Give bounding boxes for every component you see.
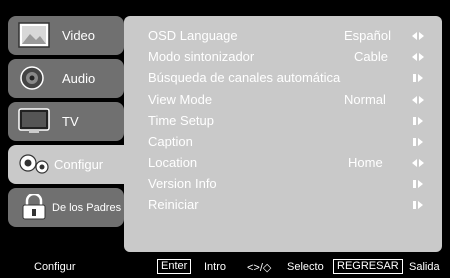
footer-hint-bar: Configur Enter Intro <>/◇ Selecto REGRES…	[0, 256, 450, 278]
menu-row-value: Normal	[344, 92, 386, 107]
enter-arrow-icon	[413, 180, 423, 188]
menu-row-label: Time Setup	[148, 113, 214, 128]
nav-keys-hint: <>/◇	[247, 262, 272, 274]
sidebar-item-label: De los Padres	[52, 201, 122, 214]
nav-action-label: Selecto	[287, 261, 324, 273]
speaker-icon	[20, 66, 44, 90]
sidebar-item-label: Audio	[62, 71, 96, 86]
sidebar-item-audio[interactable]: Audio	[8, 59, 124, 98]
sidebar-item-video[interactable]: Video	[8, 16, 124, 55]
sidebar-item-parental[interactable]: De los Padres	[8, 188, 124, 227]
menu-row-auto-channel-search[interactable]: Búsqueda de canales automática	[148, 70, 434, 88]
osd-screen: Video Audio TV Configur De los Padres OS…	[0, 0, 450, 278]
padlock-icon	[22, 194, 46, 220]
menu-row-value: Cable	[354, 49, 388, 64]
menu-row-label: Búsqueda de canales automática	[148, 70, 341, 85]
menu-row-osd-language[interactable]: OSD Language Español	[148, 28, 434, 46]
enter-action-label: Intro	[204, 261, 227, 273]
menu-row-label: Reiniciar	[148, 197, 199, 212]
sidebar-item-label: Configur	[54, 157, 104, 172]
menu-row-tuner-mode[interactable]: Modo sintonizador Cable	[148, 49, 434, 67]
footer-section-title: Configur	[34, 261, 76, 273]
sidebar-item-configur[interactable]: Configur	[8, 145, 132, 184]
menu-row-label: Caption	[148, 134, 193, 149]
enter-arrow-icon	[413, 201, 423, 209]
menu-row-reset[interactable]: Reiniciar	[148, 197, 434, 215]
menu-row-value: Home	[348, 155, 383, 170]
back-key-hint: REGRESAR	[333, 259, 403, 274]
tv-icon	[18, 108, 50, 133]
menu-row-label: View Mode	[148, 92, 213, 107]
menu-row-caption[interactable]: Caption	[148, 134, 434, 152]
back-action-label: Salida	[409, 261, 440, 273]
left-right-arrow-icon	[412, 32, 424, 40]
menu-row-time-setup[interactable]: Time Setup	[148, 113, 434, 131]
menu-row-version-info[interactable]: Version Info	[148, 176, 434, 194]
enter-arrow-icon	[413, 117, 423, 125]
enter-arrow-icon	[413, 138, 423, 146]
menu-row-location[interactable]: Location Home	[148, 155, 434, 173]
menu-row-label: Modo sintonizador	[148, 49, 255, 64]
menu-row-label: Version Info	[148, 176, 217, 191]
menu-row-label: OSD Language	[148, 28, 238, 43]
gears-icon	[19, 154, 49, 174]
enter-arrow-icon	[413, 74, 423, 82]
sidebar-item-label: Video	[62, 28, 96, 43]
menu-row-label: Location	[148, 155, 198, 170]
left-right-arrow-icon	[412, 159, 424, 167]
sidebar-item-tv[interactable]: TV	[8, 102, 124, 141]
settings-panel: OSD Language Español Modo sintonizador C…	[124, 16, 442, 252]
menu-row-value: Español	[344, 28, 391, 43]
left-right-arrow-icon	[412, 53, 424, 61]
menu-row-view-mode[interactable]: View Mode Normal	[148, 92, 434, 110]
video-picture-icon	[18, 22, 50, 48]
left-right-arrow-icon	[412, 96, 424, 104]
sidebar-item-label: TV	[62, 114, 79, 129]
enter-key-hint: Enter	[157, 259, 192, 274]
